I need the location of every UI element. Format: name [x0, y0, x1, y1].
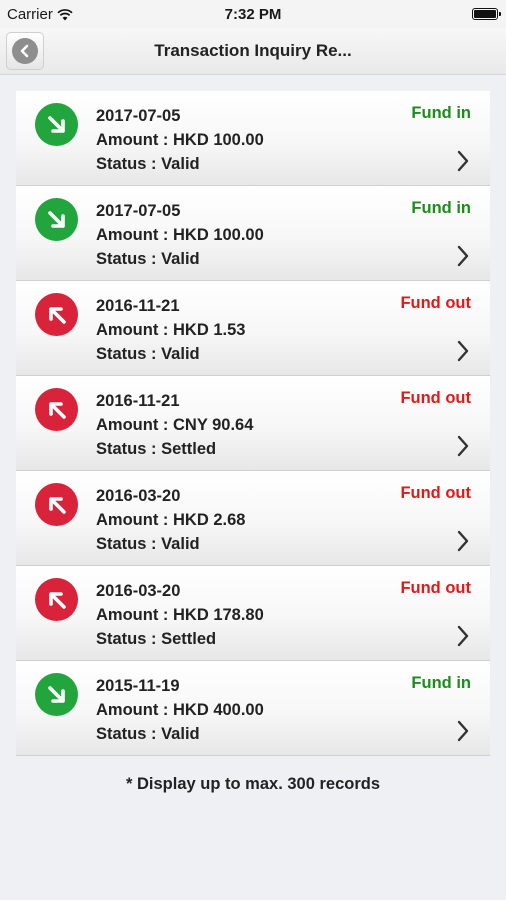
- arrow-up-left-icon: [35, 578, 78, 621]
- transaction-type: Fund in: [411, 674, 471, 692]
- chevron-right-icon[interactable]: [456, 624, 470, 648]
- transaction-type: Fund out: [400, 389, 471, 407]
- transaction-date: 2016-11-21: [96, 392, 180, 410]
- transaction-amount: Amount : HKD 100.00: [96, 131, 264, 149]
- transaction-date: 2017-07-05: [96, 107, 181, 125]
- transaction-status: Status : Valid: [96, 725, 200, 743]
- chevron-right-icon[interactable]: [456, 244, 470, 268]
- transaction-type: Fund out: [400, 579, 471, 597]
- transaction-type: Fund out: [400, 484, 471, 502]
- transaction-amount: Amount : HKD 2.68: [96, 511, 246, 529]
- transaction-details: 2016-11-21 Amount : CNY 90.64 Status : Set…: [96, 389, 253, 461]
- back-button[interactable]: [6, 32, 44, 70]
- chevron-right-icon[interactable]: [456, 339, 470, 363]
- transaction-details: 2017-07-05 Amount : HKD 100.00 Status : Va…: [96, 104, 264, 176]
- transaction-date: 2017-07-05: [96, 202, 181, 220]
- transaction-row[interactable]: 2016-03-20 Amount : HKD 178.80 Status : Se…: [16, 566, 490, 661]
- transaction-type: Fund out: [400, 294, 471, 312]
- transaction-status: Status : Valid: [96, 155, 200, 173]
- arrow-up-left-icon: [35, 293, 78, 336]
- transaction-date: 2015-11-19: [96, 677, 180, 695]
- transaction-status: Status : Settled: [96, 630, 217, 648]
- transaction-status: Status : Valid: [96, 535, 200, 553]
- transaction-row[interactable]: 2017-07-05 Amount : HKD 100.00 Status : Va…: [16, 186, 490, 281]
- transaction-status: Status : Valid: [96, 345, 200, 363]
- transaction-row[interactable]: 2016-03-20 Amount : HKD 2.68 Status : Vali…: [16, 471, 490, 566]
- transaction-details: 2016-11-21 Amount : HKD 1.53 Status : Vali…: [96, 294, 245, 366]
- arrow-up-left-icon: [35, 483, 78, 526]
- arrow-down-right-icon: [35, 673, 78, 716]
- navigation-bar: Transaction Inquiry Re...: [0, 28, 506, 75]
- records-limit-note: * Display up to max. 300 records: [125, 775, 381, 793]
- transaction-status: Status : Settled: [96, 440, 217, 458]
- transaction-date: 2016-03-20: [96, 582, 181, 600]
- transaction-row[interactable]: 2017-07-05 Amount : HKD 100.00 Status : Va…: [16, 91, 490, 186]
- transaction-details: 2017-07-05 Amount : HKD 100.00 Status : Va…: [96, 199, 264, 271]
- chevron-right-icon[interactable]: [456, 719, 470, 743]
- back-arrow-icon: [12, 38, 38, 64]
- arrow-up-left-icon: [35, 388, 78, 431]
- transaction-amount: Amount : HKD 400.00: [96, 701, 264, 719]
- transaction-amount: Amount : HKD 178.80: [96, 606, 264, 624]
- page-title: Transaction Inquiry Re...: [154, 41, 352, 60]
- chevron-right-icon[interactable]: [456, 149, 470, 173]
- transaction-row[interactable]: 2016-11-21 Amount : HKD 1.53 Status : Vali…: [16, 281, 490, 376]
- status-bar: Carrier 7:32 PM: [0, 0, 506, 28]
- chevron-right-icon[interactable]: [456, 434, 470, 458]
- transaction-details: 2016-03-20 Amount : HKD 178.80 Status : Se…: [96, 579, 264, 651]
- transaction-amount: Amount : HKD 1.53: [96, 321, 246, 339]
- chevron-right-icon[interactable]: [456, 529, 470, 553]
- transaction-details: 2015-11-19 Amount : HKD 400.00 Status : Va…: [96, 674, 264, 746]
- battery-icon: [472, 8, 501, 20]
- transaction-date: 2016-11-21: [96, 297, 180, 315]
- arrow-down-right-icon: [35, 198, 78, 241]
- transaction-row[interactable]: 2016-11-21 Amount : CNY 90.64 Status : Set…: [16, 376, 490, 471]
- transaction-status: Status : Valid: [96, 250, 200, 268]
- transaction-list: 2017-07-05 Amount : HKD 100.00 Status : Va…: [16, 91, 490, 756]
- transaction-amount: Amount : HKD 100.00: [96, 226, 264, 244]
- transaction-amount: Amount : CNY 90.64: [96, 416, 254, 434]
- transaction-type: Fund in: [411, 104, 471, 122]
- transaction-details: 2016-03-20 Amount : HKD 2.68 Status : Vali…: [96, 484, 245, 556]
- transaction-row[interactable]: 2015-11-19 Amount : HKD 400.00 Status : Va…: [16, 661, 490, 756]
- clock: 7:32 PM: [224, 6, 282, 23]
- transaction-type: Fund in: [411, 199, 471, 217]
- transaction-date: 2016-03-20: [96, 487, 181, 505]
- arrow-down-right-icon: [35, 103, 78, 146]
